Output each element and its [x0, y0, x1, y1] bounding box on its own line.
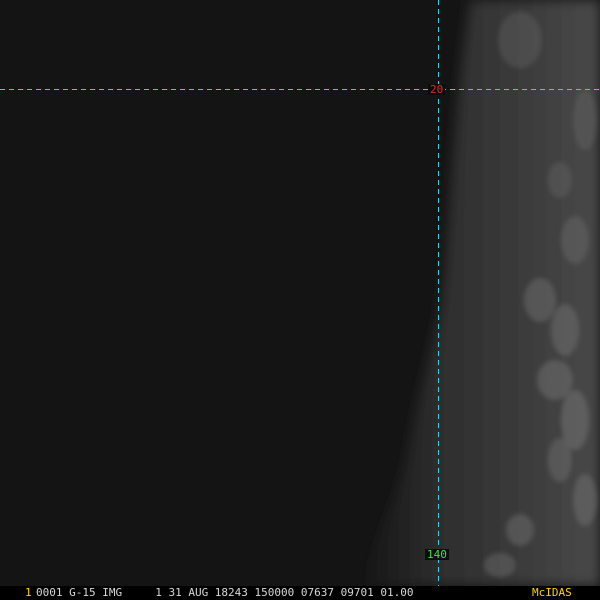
image-header-text: 0001 G-15 IMG 1 31 AUG 18243 150000 0763… — [36, 586, 414, 599]
mcidas-logo: McIDAS — [532, 586, 572, 599]
longitude-label: 140 — [425, 548, 449, 561]
latitude-label: 20 — [428, 83, 446, 96]
status-bar: 1 0001 G-15 IMG 1 31 AUG 18243 150000 07… — [0, 586, 600, 600]
frame-number: 1 — [25, 586, 32, 599]
satellite-image-frame: 20 140 1 0001 G-15 IMG 1 31 AUG 18243 15… — [0, 0, 600, 600]
satellite-imagery — [0, 0, 600, 586]
